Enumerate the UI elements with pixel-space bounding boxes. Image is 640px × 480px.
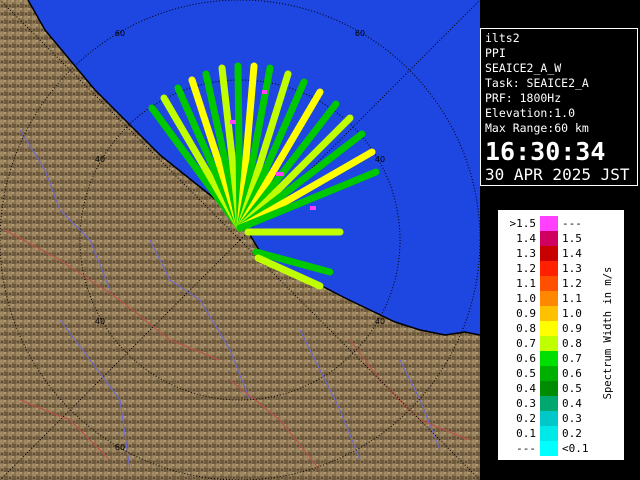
legend-swatch xyxy=(540,276,558,291)
legend-title: Spectrum Width in m/s xyxy=(602,266,614,400)
info-panel: ilts2 PPI SEAICE2_A_W Task: SEAICE2_A PR… xyxy=(480,28,638,186)
legend-lower-value: 1.1 xyxy=(516,277,536,290)
legend-swatch xyxy=(540,351,558,366)
legend-swatch xyxy=(540,381,558,396)
legend-upper-value: 0.8 xyxy=(562,337,582,350)
legend-upper-value: 0.9 xyxy=(562,322,582,335)
legend-row: --- <0.1 xyxy=(498,441,624,456)
radar-ppi-map: 60 60 40 40 40 40 60 xyxy=(0,0,480,480)
radar-name: ilts2 xyxy=(485,31,520,45)
legend-lower-value: 1.2 xyxy=(516,262,536,275)
legend-swatch xyxy=(540,261,558,276)
legend-swatch xyxy=(540,231,558,246)
legend-swatch xyxy=(540,396,558,411)
max-range-value: Max Range:60 km xyxy=(485,121,589,135)
legend-lower-value: --- xyxy=(516,442,536,455)
legend-swatch xyxy=(540,246,558,261)
legend-lower-value: >1.5 xyxy=(509,217,537,230)
legend-upper-value: --- xyxy=(562,217,582,230)
legend-upper-value: 1.5 xyxy=(562,232,582,245)
range-label: 40 xyxy=(95,317,105,326)
legend-upper-value: 0.5 xyxy=(562,382,582,395)
scan-time: 16:30:34 xyxy=(485,137,606,166)
legend-swatch xyxy=(540,366,558,381)
legend-swatch xyxy=(540,411,558,426)
legend-lower-value: 0.1 xyxy=(516,427,536,440)
range-label: 40 xyxy=(375,317,385,326)
legend-lower-value: 1.3 xyxy=(516,247,536,260)
radar-display: 60 60 40 40 40 40 60 ilts2 PPI SEAICE2_A… xyxy=(0,0,640,480)
scan-date: 30 APR 2025 JST xyxy=(485,165,630,184)
elevation-value: Elevation:1.0 xyxy=(485,106,576,120)
task-name: Task: SEAICE2_A xyxy=(485,76,589,90)
legend-upper-value: <0.1 xyxy=(562,442,589,455)
scan-name: SEAICE2_A_W xyxy=(485,61,562,75)
legend-upper-value: 1.1 xyxy=(562,292,582,305)
range-label: 40 xyxy=(95,155,105,164)
legend-title-box: Spectrum Width in m/s xyxy=(599,228,617,438)
legend-upper-value: 0.7 xyxy=(562,352,582,365)
legend-lower-value: 0.7 xyxy=(516,337,536,350)
prf-value: PRF: 1800Hz xyxy=(485,91,562,105)
product-type: PPI xyxy=(485,46,506,60)
legend-upper-value: 1.0 xyxy=(562,307,582,320)
range-label: 60 xyxy=(355,29,365,38)
legend-upper-value: 0.4 xyxy=(562,397,582,410)
range-label: 60 xyxy=(115,29,125,38)
legend-swatch xyxy=(540,321,558,336)
legend-upper-value: 1.4 xyxy=(562,247,582,260)
legend-swatch xyxy=(540,306,558,321)
legend-lower-value: 0.3 xyxy=(516,397,536,410)
legend-lower-value: 0.2 xyxy=(516,412,536,425)
legend-swatch xyxy=(540,426,558,441)
range-label: 40 xyxy=(375,155,385,164)
legend-upper-value: 1.2 xyxy=(562,277,582,290)
legend-lower-value: 0.8 xyxy=(516,322,536,335)
legend-lower-value: 0.6 xyxy=(516,352,536,365)
legend-upper-value: 0.2 xyxy=(562,427,582,440)
range-label: 60 xyxy=(115,443,125,452)
legend-swatch xyxy=(540,291,558,306)
legend-swatch xyxy=(540,441,558,456)
color-legend: >1.5 --- 1.4 1.5 1.3 1.4 1.2 1.3 1.1 1.2 1.0 1.1 0.9… xyxy=(498,210,624,460)
legend-swatch xyxy=(540,216,558,231)
legend-lower-value: 0.4 xyxy=(516,382,536,395)
legend-lower-value: 1.4 xyxy=(516,232,536,245)
legend-lower-value: 0.9 xyxy=(516,307,536,320)
legend-swatch xyxy=(540,336,558,351)
legend-upper-value: 0.3 xyxy=(562,412,582,425)
legend-upper-value: 1.3 xyxy=(562,262,582,275)
legend-upper-value: 0.6 xyxy=(562,367,582,380)
legend-lower-value: 0.5 xyxy=(516,367,536,380)
legend-lower-value: 1.0 xyxy=(516,292,536,305)
